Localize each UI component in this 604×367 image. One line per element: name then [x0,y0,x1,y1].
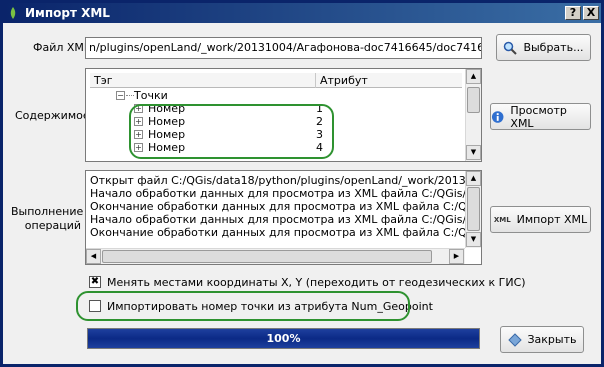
close-button[interactable]: Закрыть [500,326,584,353]
qgis-app-icon [10,7,16,19]
help-button[interactable]: ? [565,6,581,20]
tree-row[interactable]: + Номер [134,102,334,115]
browse-label: Выбрать... [523,41,584,54]
expand-icon[interactable]: + [134,104,143,113]
log-line: Открыт файл C:/QGis/data18/python/plugin… [90,174,482,187]
tree-row-tag: Номер [148,128,186,141]
preview-xml-button[interactable]: Просмотр XML [490,103,591,130]
tree-row[interactable]: + Номер [134,115,334,128]
tree-row[interactable]: + Номер [134,128,334,141]
content-label: Содержимое [15,109,90,122]
scroll-right-icon[interactable]: ▶ [449,249,464,264]
expand-icon[interactable]: + [134,117,143,126]
import-number-checkbox[interactable] [89,300,101,312]
operations-log[interactable]: Открыт файл C:/QGis/data18/python/plugin… [85,170,482,265]
tree-row-tag: Номер [148,141,186,154]
collapse-icon[interactable]: − [116,91,125,100]
progress-bar: 100% [87,328,480,349]
log-horizontal-scrollbar[interactable]: ◀ ▶ [86,248,465,264]
magnifier-icon [504,41,518,55]
scroll-thumb[interactable] [467,187,480,231]
log-line: Начало обработки данных для просмотра из… [90,213,482,226]
log-vertical-scrollbar[interactable]: ▲ ▼ [465,171,481,248]
scroll-down-icon[interactable]: ▼ [466,232,481,247]
expand-icon[interactable]: + [134,130,143,139]
operations-label-1: Выполнение [11,205,84,218]
operations-label-2: операций [24,219,81,232]
log-line: Окончание обработки данных для просмотра… [90,226,482,239]
log-line: Окончание обработки данных для просмотра… [90,200,482,213]
info-icon [491,110,504,123]
import-number-label[interactable]: Импортировать номер точки из атрибута Nu… [107,300,433,313]
tree-root[interactable]: − Точки [116,89,316,102]
tree-row-attr: 2 [316,115,323,128]
log-line: Начало обработки данных для просмотра из… [90,187,482,200]
scroll-up-icon[interactable]: ▲ [466,69,481,84]
content-tree[interactable]: Тэг Атрибут − Точки + Номер 1 + Номер 2 … [85,68,482,162]
column-separator [315,73,316,88]
tree-connector [126,95,134,96]
close-label: Закрыть [527,333,577,346]
scroll-down-icon[interactable]: ▼ [466,145,481,160]
import-xml-button[interactable]: XML Импорт XML [490,206,591,233]
tree-row-attr: 1 [316,102,323,115]
scroll-left-icon[interactable]: ◀ [86,249,101,264]
window-title: Импорт XML [25,6,110,20]
progress-text: 100% [266,332,301,345]
swap-xy-label[interactable]: Менять местами координаты X, Y (переходи… [107,276,526,289]
tree-row-attr: 4 [316,141,323,154]
dialog-body: Файл XML n/plugins/openLand/_work/201310… [3,23,601,364]
expand-icon[interactable]: + [134,143,143,152]
tree-header: Тэг Атрибут [90,73,462,88]
tree-row-tag: Номер [148,115,186,128]
import-xml-window: Импорт XML ? X Файл XML n/plugins/openLa… [0,0,604,367]
tree-row[interactable]: + Номер [134,141,334,154]
file-label: Файл XML [33,41,91,54]
tree-root-label: Точки [134,89,168,102]
scroll-up-icon[interactable]: ▲ [466,171,481,186]
swap-xy-checkbox[interactable]: ✖ [89,276,101,288]
browse-button[interactable]: Выбрать... [496,34,591,61]
close-diamond-icon [507,332,522,347]
column-attribute[interactable]: Атрибут [320,74,368,87]
file-path-input[interactable]: n/plugins/openLand/_work/20131004/Агафон… [85,37,482,59]
scroll-thumb[interactable] [467,87,480,113]
tree-vertical-scrollbar[interactable]: ▲ ▼ [465,69,481,161]
preview-xml-label: Просмотр XML [510,103,567,130]
tree-row-attr: 3 [316,128,323,141]
close-window-button[interactable]: X [583,6,599,20]
import-xml-label: Импорт XML [516,213,588,226]
scroll-thumb[interactable] [102,250,432,263]
title-bar[interactable]: Импорт XML ? X [3,3,601,23]
column-tag[interactable]: Тэг [94,74,113,87]
xml-import-icon: XML [493,215,511,224]
tree-row-tag: Номер [148,102,186,115]
